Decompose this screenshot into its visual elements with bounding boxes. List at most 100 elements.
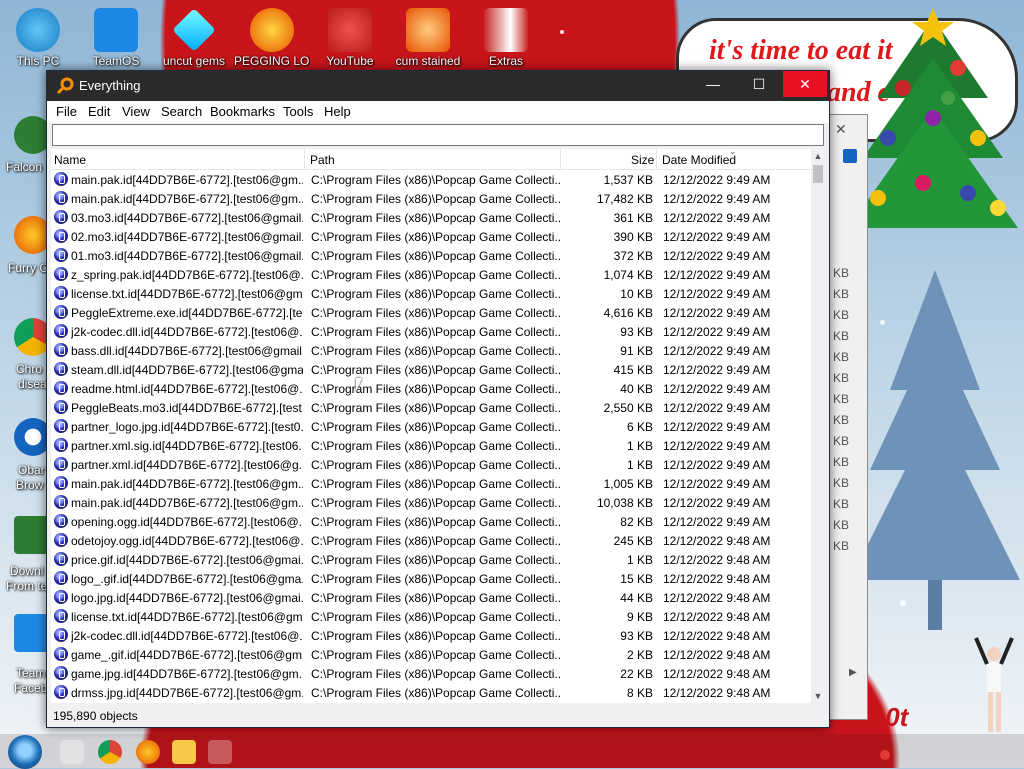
size-unit: KB <box>833 413 850 427</box>
desktop-icon-extras[interactable]: Extras <box>468 8 544 68</box>
chrome-taskbar-icon[interactable] <box>98 740 122 764</box>
column-path[interactable]: Path <box>310 153 335 167</box>
table-row[interactable]: partner_logo.jpg.id[44DD7B6E-6772].[test… <box>51 417 811 436</box>
table-row[interactable]: game.jpg.id[44DD7B6E-6772].[test06@gm...… <box>51 664 811 683</box>
scrollbar-thumb[interactable] <box>813 165 823 183</box>
table-row[interactable]: partner.xml.id[44DD7B6E-6772].[test06@g.… <box>51 455 811 474</box>
file-icon <box>54 419 68 433</box>
table-row[interactable]: drmss.jpg.id[44DD7B6E-6772].[test06@gm..… <box>51 683 811 702</box>
table-row[interactable]: logo_.gif.id[44DD7B6E-6772].[test06@gma.… <box>51 569 811 588</box>
column-divider[interactable] <box>656 149 657 169</box>
size-unit: KB <box>833 329 850 343</box>
vertical-scrollbar[interactable]: ▲ ▼ <box>811 149 825 703</box>
cell-date: 12/12/2022 9:49 AM <box>663 249 771 263</box>
side-label: From te <box>6 579 48 593</box>
table-row[interactable]: steam.dll.id[44DD7B6E-6772].[test06@gma.… <box>51 360 811 379</box>
desktop-icon-youtube[interactable]: YouTube <box>312 8 388 68</box>
cell-path: C:\Program Files (x86)\Popcap Game Colle… <box>311 192 561 206</box>
table-row[interactable]: j2k-codec.dll.id[44DD7B6E-6772].[test06@… <box>51 322 811 341</box>
scroll-down-icon[interactable]: ▼ <box>811 689 825 703</box>
cell-date: 12/12/2022 9:49 AM <box>663 325 771 339</box>
close-icon[interactable]: ✕ <box>835 121 847 138</box>
table-row[interactable]: main.pak.id[44DD7B6E-6772].[test06@gm...… <box>51 493 811 512</box>
status-bar-count: 195,890 objects <box>53 709 138 723</box>
table-row[interactable]: PeggleExtreme.exe.id[44DD7B6E-6772].[te.… <box>51 303 811 322</box>
column-name[interactable]: Name <box>54 153 86 167</box>
table-row[interactable]: license.txt.id[44DD7B6E-6772].[test06@gm… <box>51 607 811 626</box>
table-row[interactable]: 02.mo3.id[44DD7B6E-6772].[test06@gmail..… <box>51 227 811 246</box>
cell-path: C:\Program Files (x86)\Popcap Game Colle… <box>311 287 561 301</box>
close-button[interactable]: ✕ <box>783 71 827 97</box>
table-row[interactable]: readme.html.id[44DD7B6E-6772].[test06@..… <box>51 379 811 398</box>
menu-help[interactable]: Help <box>324 104 351 119</box>
menu-tools[interactable]: Tools <box>283 104 313 119</box>
file-icon <box>54 324 68 338</box>
cell-name: j2k-codec.dll.id[44DD7B6E-6772].[test06@… <box>71 325 303 339</box>
side-label: Brow <box>16 478 44 492</box>
table-row[interactable]: license.txt.id[44DD7B6E-6772].[test06@gm… <box>51 284 811 303</box>
desktop-icon-teamos[interactable]: TeamOS <box>78 8 154 68</box>
table-row[interactable]: odetojoy.ogg.id[44DD7B6E-6772].[test06@.… <box>51 531 811 550</box>
cell-size: 44 KB <box>620 591 653 605</box>
table-row[interactable]: main.pak.id[44DD7B6E-6772].[test06@gm...… <box>51 170 811 189</box>
desktop-icon-label: uncut gems <box>162 54 226 68</box>
table-row[interactable]: main.pak.id[44DD7B6E-6772].[test06@gm...… <box>51 474 811 493</box>
desktop-icon-label: cum stained <box>395 54 461 68</box>
column-size[interactable]: Size <box>631 153 654 167</box>
help-icon[interactable] <box>843 149 857 163</box>
snowflake <box>560 30 564 34</box>
menu-search[interactable]: Search <box>161 104 202 119</box>
menu-edit[interactable]: Edit <box>88 104 110 119</box>
title-bar[interactable]: Everything — ☐ ✕ <box>47 71 829 101</box>
notification-icon[interactable] <box>880 750 890 760</box>
cell-name: price.gif.id[44DD7B6E-6772].[test06@gmai… <box>71 553 303 567</box>
cell-date: 12/12/2022 9:49 AM <box>663 268 771 282</box>
cell-name: drmss.jpg.id[44DD7B6E-6772].[test06@gm..… <box>71 686 303 700</box>
firefox-taskbar-icon[interactable] <box>136 740 160 764</box>
mouse-cursor <box>356 378 362 392</box>
desktop-icon-cum-stained[interactable]: cum stained <box>390 8 466 68</box>
table-row[interactable]: opening.ogg.id[44DD7B6E-6772].[test06@..… <box>51 512 811 531</box>
column-divider[interactable] <box>304 149 305 169</box>
everything-taskbar-icon[interactable] <box>208 740 232 764</box>
column-divider[interactable] <box>560 149 561 169</box>
book-icon <box>484 8 528 52</box>
menu-file[interactable]: File <box>56 104 77 119</box>
cell-name: odetojoy.ogg.id[44DD7B6E-6772].[test06@.… <box>71 534 303 548</box>
file-icon <box>54 628 68 642</box>
table-row[interactable]: game_.gif.id[44DD7B6E-6772].[test06@gm..… <box>51 645 811 664</box>
diamond-icon <box>172 8 216 52</box>
table-row[interactable]: bass.dll.id[44DD7B6E-6772].[test06@gmail… <box>51 341 811 360</box>
minimize-button[interactable]: — <box>691 71 735 97</box>
file-icon <box>54 191 68 205</box>
size-unit: KB <box>833 476 850 490</box>
file-explorer-taskbar-icon[interactable] <box>172 740 196 764</box>
cell-size: 93 KB <box>620 325 653 339</box>
table-row[interactable]: j2k-codec.dll.id[44DD7B6E-6772].[test06@… <box>51 626 811 645</box>
maximize-button[interactable]: ☐ <box>737 71 781 97</box>
table-row[interactable]: PeggleBeats.mo3.id[44DD7B6E-6772].[test.… <box>51 398 811 417</box>
column-header: Name Path Size Date Modified ⌄ <box>51 149 811 170</box>
table-row[interactable]: 03.mo3.id[44DD7B6E-6772].[test06@gmail..… <box>51 208 811 227</box>
search-input[interactable] <box>52 124 824 146</box>
scroll-up-icon[interactable]: ▲ <box>811 149 825 163</box>
table-row[interactable]: logo.jpg.id[44DD7B6E-6772].[test06@gmai.… <box>51 588 811 607</box>
table-row[interactable]: price.gif.id[44DD7B6E-6772].[test06@gmai… <box>51 550 811 569</box>
desktop-icon-pegging[interactable]: PEGGING LOL <box>234 8 310 68</box>
scroll-right-icon[interactable]: ▶ <box>849 667 857 678</box>
cell-path: C:\Program Files (x86)\Popcap Game Colle… <box>311 648 561 662</box>
desktop-icon-uncut-gems[interactable]: uncut gems <box>156 8 232 68</box>
table-row[interactable]: main.pak.id[44DD7B6E-6772].[test06@gm...… <box>51 189 811 208</box>
menu-bookmarks[interactable]: Bookmarks <box>210 104 275 119</box>
table-row[interactable]: partner.xml.sig.id[44DD7B6E-6772].[test0… <box>51 436 811 455</box>
table-row[interactable]: z_spring.pak.id[44DD7B6E-6772].[test06@.… <box>51 265 811 284</box>
column-date-modified[interactable]: Date Modified <box>662 153 736 167</box>
cell-name: logo_.gif.id[44DD7B6E-6772].[test06@gma.… <box>71 572 303 586</box>
taskbar-icon[interactable] <box>60 740 84 764</box>
desktop-icon-this-pc[interactable]: This PC <box>0 8 76 68</box>
side-label: Downl <box>10 564 44 578</box>
table-row[interactable]: 01.mo3.id[44DD7B6E-6772].[test06@gmail..… <box>51 246 811 265</box>
menu-view[interactable]: View <box>122 104 150 119</box>
start-button[interactable] <box>8 735 42 769</box>
cell-path: C:\Program Files (x86)\Popcap Game Colle… <box>311 344 561 358</box>
